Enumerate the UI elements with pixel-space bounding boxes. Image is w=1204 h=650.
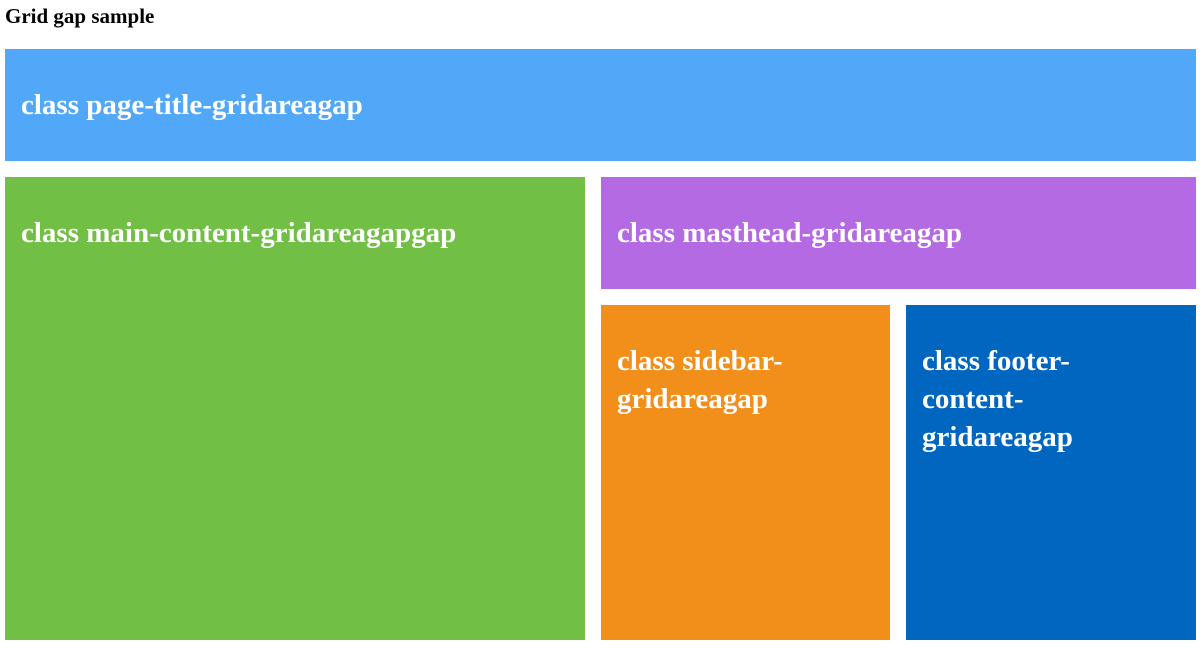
masthead-area: class masthead-gridareagap bbox=[601, 177, 1196, 289]
page-title-area: class page-title-gridareagap bbox=[5, 49, 1196, 161]
main-content-area: class main-content-gridareagapgap bbox=[5, 177, 585, 640]
sidebar-area: class sidebar-gridareagap bbox=[601, 305, 890, 640]
grid-container: class page-title-gridareagap class main-… bbox=[5, 49, 1196, 640]
page-heading: Grid gap sample bbox=[5, 4, 155, 28]
footer-content-area: class footer-content-gridareagap bbox=[906, 305, 1196, 640]
